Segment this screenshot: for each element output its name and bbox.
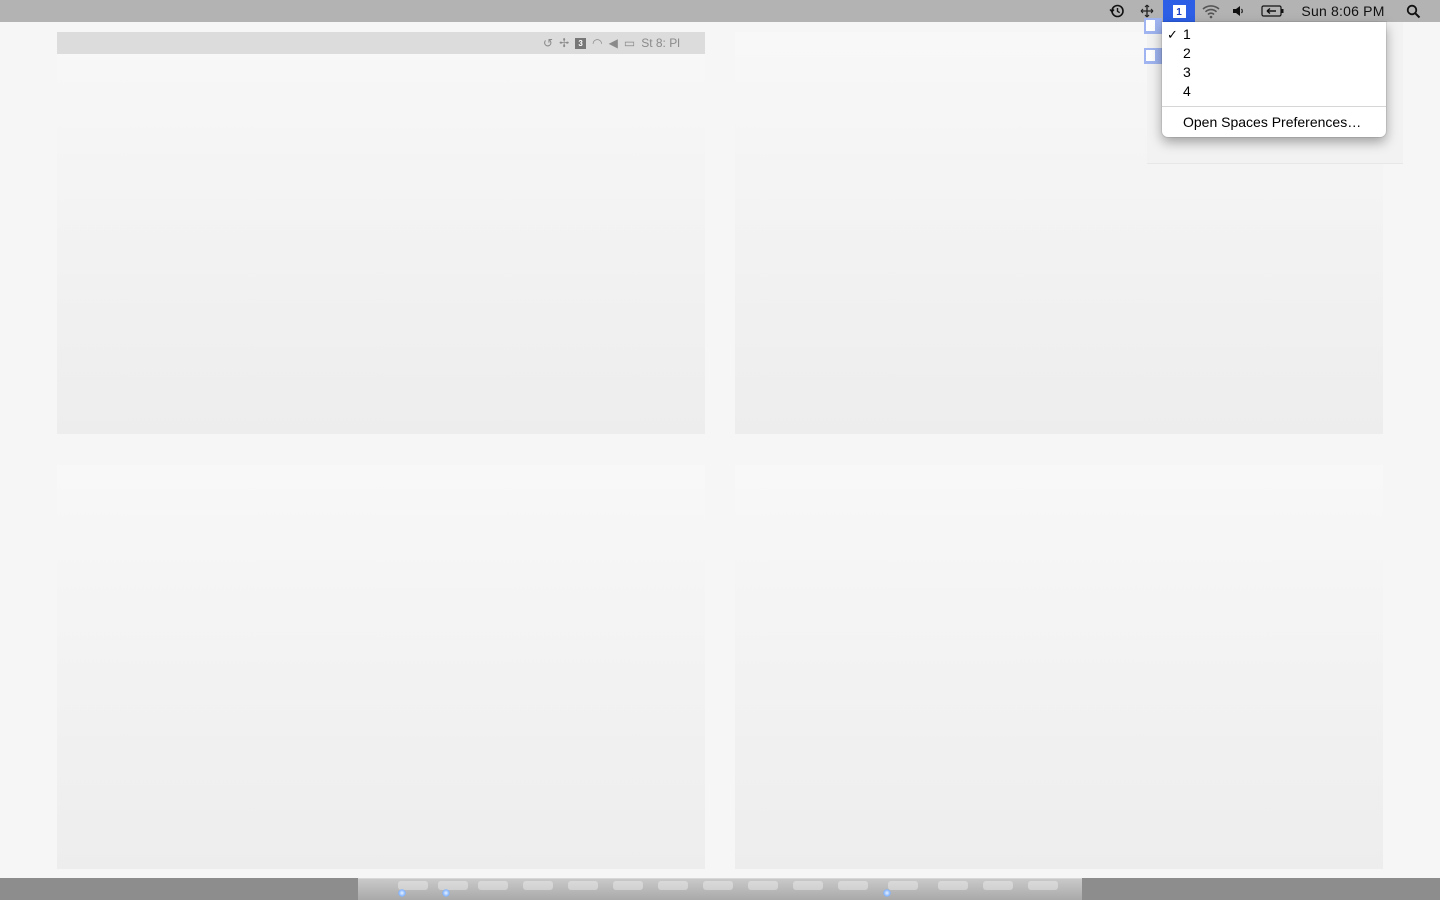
thumbnail-time-machine-icon: ↺ (543, 36, 554, 50)
spaces-dropdown-menu: ✓ 1 2 3 4 Open Spaces Preferences… (1162, 22, 1386, 137)
space-thumbnail-1[interactable]: ↺ ✢ 3 ◠ ◀ ▭ St 8: Pl (57, 32, 705, 434)
space-thumbnail-4[interactable] (735, 465, 1383, 869)
dock-running-indicator (398, 889, 406, 897)
dock-app-icon[interactable] (748, 881, 778, 890)
dock-app-icon[interactable] (703, 881, 733, 890)
menu-item-label: Open Spaces Preferences… (1183, 114, 1362, 130)
dock-app-icon[interactable] (838, 881, 868, 890)
dock-running-indicator (883, 889, 891, 897)
dock-app-icon[interactable] (983, 881, 1013, 890)
spaces-menu-extra[interactable]: 1 (1163, 0, 1195, 22)
menubar-clock[interactable]: Sun 8:06 PM (1296, 0, 1390, 22)
menu-item-space-4[interactable]: 4 (1162, 82, 1386, 101)
wifi-icon[interactable] (1199, 0, 1223, 22)
thumbnail-battery-icon: ▭ (623, 36, 636, 50)
battery-icon[interactable] (1259, 0, 1287, 22)
space-thumbnail-3[interactable] (57, 465, 705, 869)
dock-app-icon[interactable] (523, 881, 553, 890)
thumbnail-spaces-move-icon: ✢ (559, 36, 570, 50)
space-thumbnail-menubar: ↺ ✢ 3 ◠ ◀ ▭ St 8: Pl (57, 32, 705, 54)
menu-item-open-spaces-preferences[interactable]: Open Spaces Preferences… (1162, 113, 1386, 132)
time-machine-icon[interactable] (1105, 0, 1129, 22)
thumbnail-wifi-icon: ◠ (592, 36, 603, 50)
menu-separator (1162, 106, 1386, 107)
spotlight-icon[interactable] (1400, 0, 1426, 22)
menu-item-space-1[interactable]: ✓ 1 (1162, 25, 1386, 44)
dropdown-ghost-tab (1144, 48, 1162, 64)
dock (358, 878, 1082, 900)
menu-item-label: 4 (1183, 83, 1191, 99)
thumbnail-space-number: 3 (575, 37, 587, 49)
menu-item-label: 1 (1183, 26, 1191, 42)
dock-app-icon[interactable] (613, 881, 643, 890)
dock-app-icon[interactable] (888, 881, 918, 890)
thumbnail-clock: St 8: Pl (641, 36, 680, 50)
active-space-number: 1 (1172, 4, 1186, 18)
dock-running-indicator (442, 889, 450, 897)
dock-app-icon[interactable] (438, 881, 468, 890)
dock-app-icon[interactable] (938, 881, 968, 890)
dock-app-icon[interactable] (658, 881, 688, 890)
menu-item-space-2[interactable]: 2 (1162, 44, 1386, 63)
dropdown-ghost-tab (1144, 18, 1162, 34)
dock-app-icon[interactable] (568, 881, 598, 890)
thumbnail-volume-icon: ◀ (608, 36, 618, 50)
dock-app-icon[interactable] (793, 881, 823, 890)
menu-item-label: 2 (1183, 45, 1191, 61)
dock-app-icon[interactable] (478, 881, 508, 890)
menu-item-space-3[interactable]: 3 (1162, 63, 1386, 82)
menu-item-label: 3 (1183, 64, 1191, 80)
thumbnail-status-items: ↺ ✢ 3 ◠ ◀ ▭ St 8: Pl (535, 32, 705, 54)
menu-bar: 1 Sun 8:06 PM (0, 0, 1440, 22)
checkmark-icon: ✓ (1167, 27, 1178, 42)
volume-icon[interactable] (1228, 0, 1248, 22)
dock-app-icon[interactable] (1028, 881, 1058, 890)
